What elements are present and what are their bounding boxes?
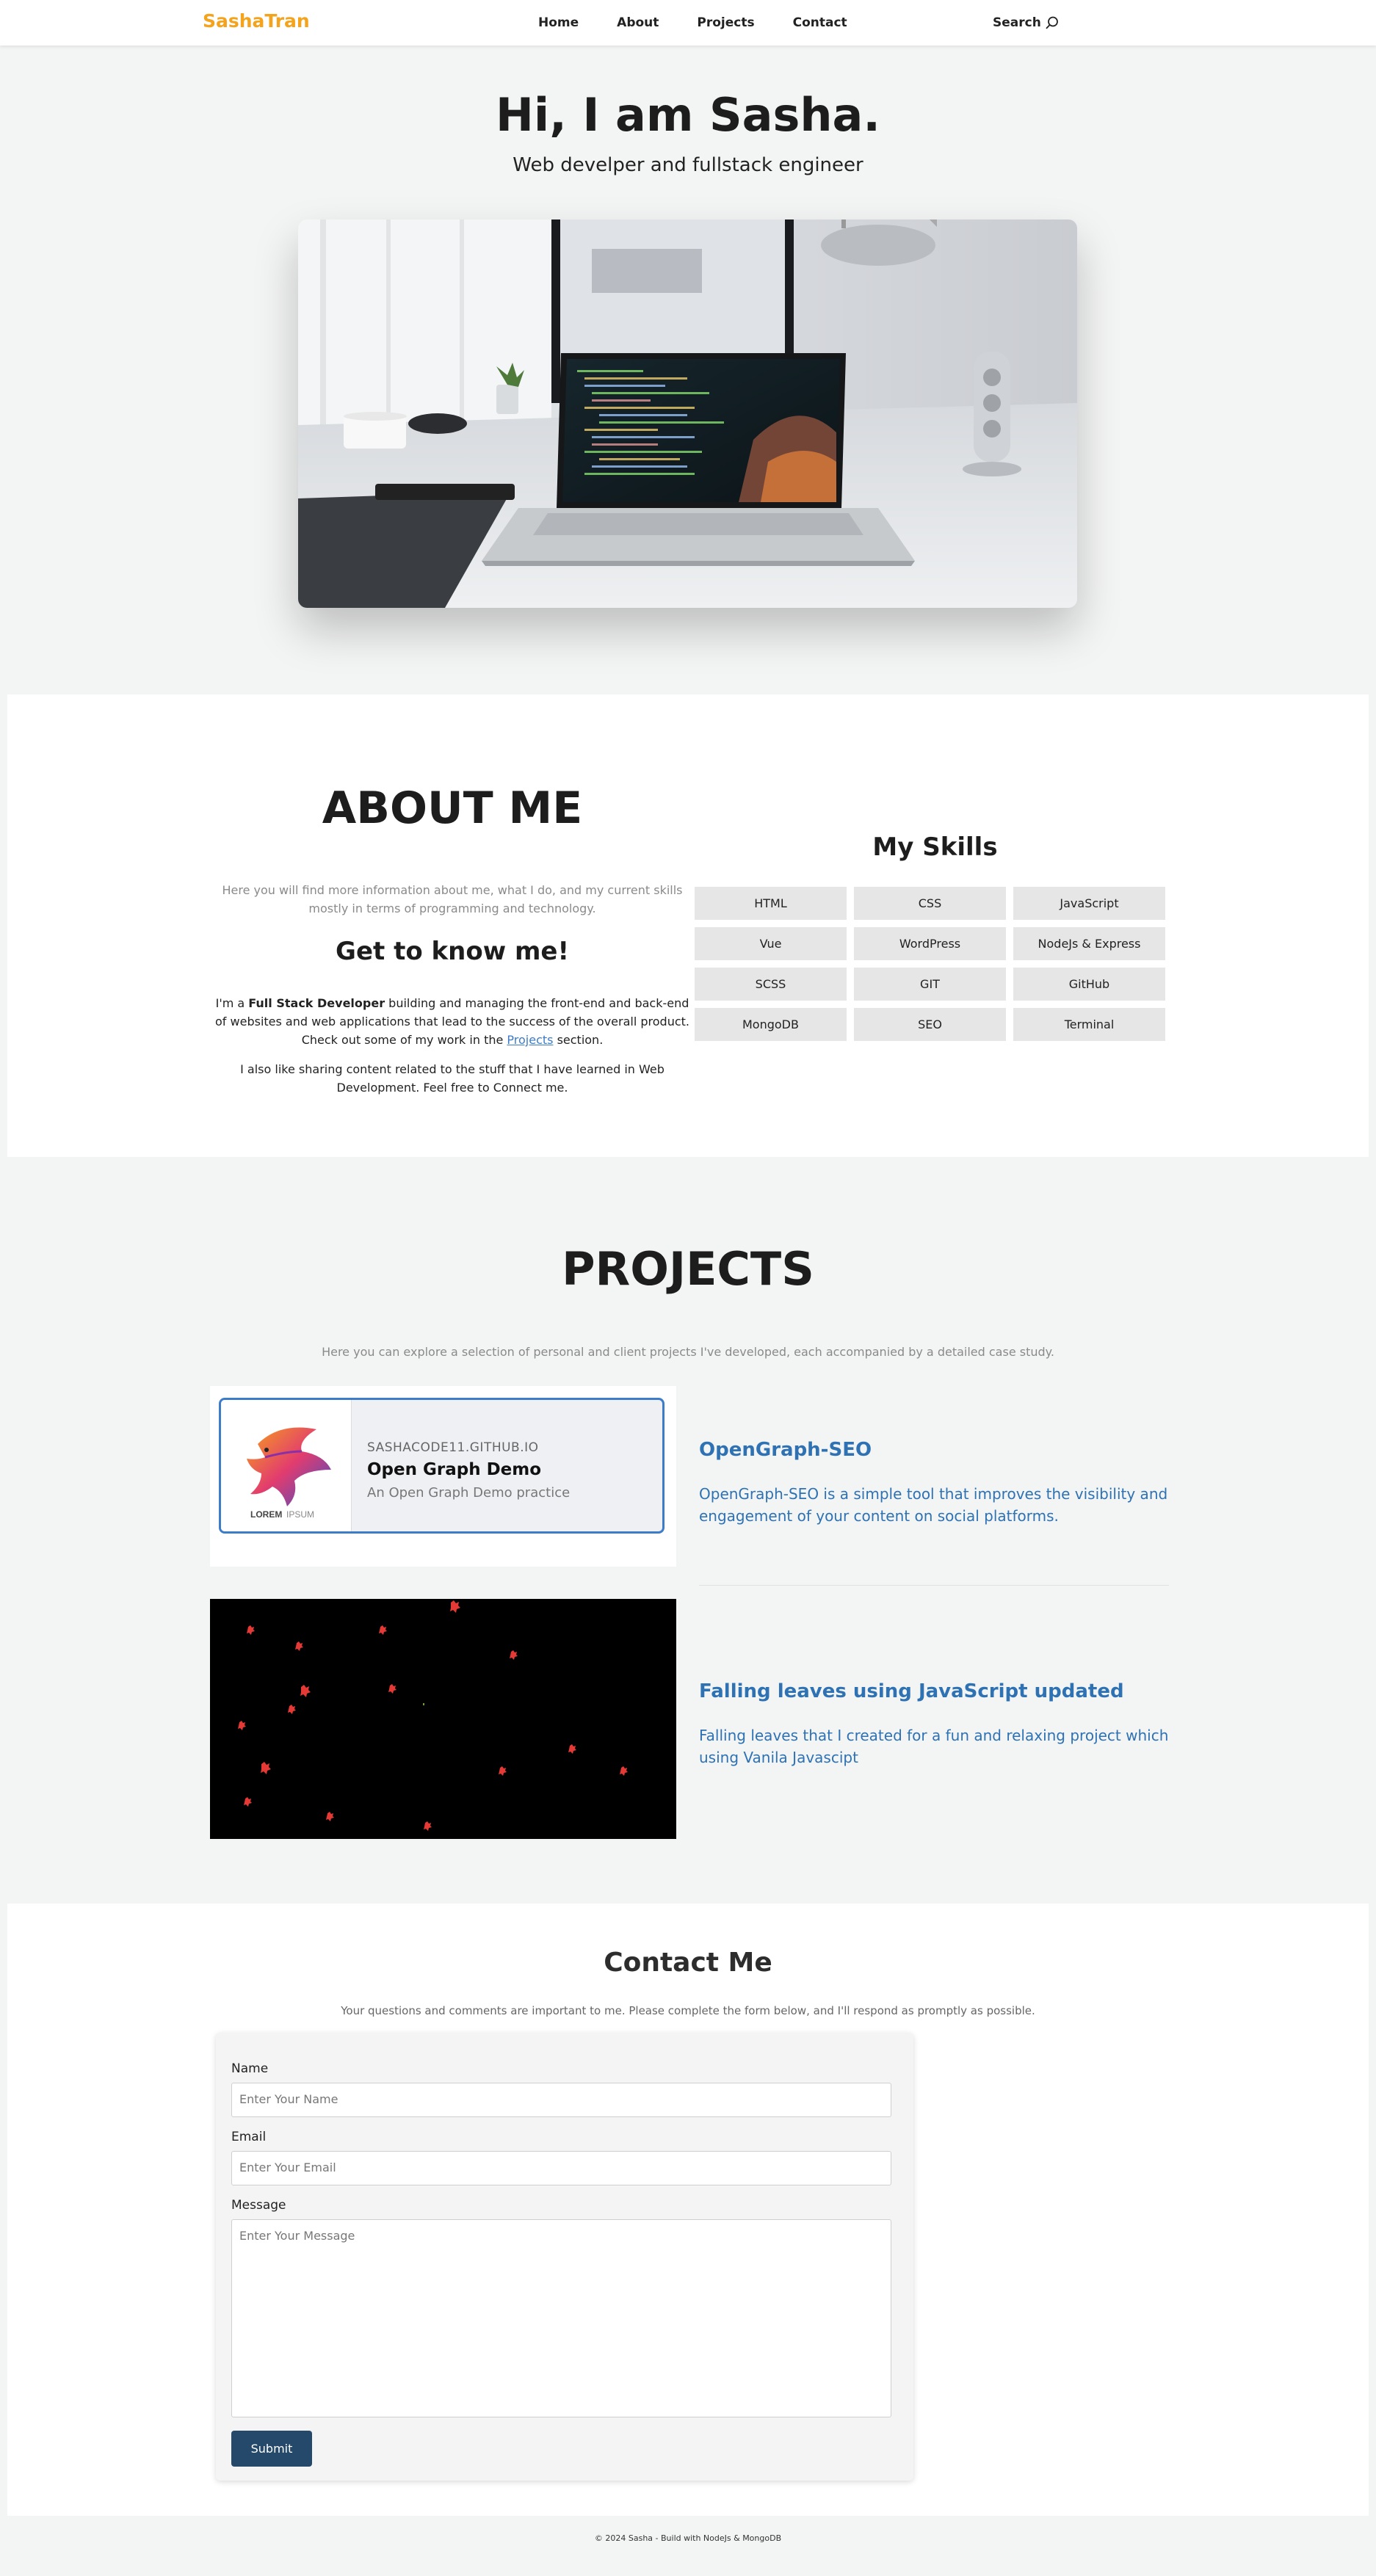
email-label: Email xyxy=(231,2130,267,2144)
contact-form: Name Enter Your Name Email Enter Your Em… xyxy=(216,2033,913,2481)
skill-item: WordPress xyxy=(854,927,1006,960)
navbar: SashaTran Home About Projects Contact Se… xyxy=(0,0,1376,46)
projects-link[interactable]: Projects xyxy=(507,1033,553,1047)
skill-item: MongoDB xyxy=(695,1008,847,1041)
og-preview-card: LOREM IPSUM SASHACODE11.GITHUB.IO Open G… xyxy=(219,1398,665,1534)
skill-item: NodeJs & Express xyxy=(1013,927,1165,960)
nav-link-contact[interactable]: Contact xyxy=(793,15,847,30)
nav-link-home[interactable]: Home xyxy=(538,15,579,30)
logo-text-lorem: LOREM xyxy=(250,1509,282,1520)
skill-item: Terminal xyxy=(1013,1008,1165,1041)
about-paragraph-1: I'm a Full Stack Developer building and … xyxy=(210,994,695,1049)
og-url: SASHACODE11.GITHUB.IO xyxy=(367,1440,539,1455)
hero-subtitle: Web develper and fullstack engineer xyxy=(513,154,863,176)
submit-button[interactable]: Submit xyxy=(231,2431,312,2467)
skill-item: HTML xyxy=(695,887,847,920)
name-field[interactable]: Enter Your Name xyxy=(231,2083,891,2117)
project-title-falling-leaves[interactable]: Falling leaves using JavaScript updated xyxy=(699,1680,1124,1702)
project-thumbnail-falling-leaves[interactable] xyxy=(210,1599,676,1839)
skills-title: My Skills xyxy=(872,832,998,862)
logo-text-ipsum: IPSUM xyxy=(286,1509,314,1520)
bird-logo-icon: LOREM IPSUM xyxy=(221,1400,352,1531)
projects-title: PROJECTS xyxy=(562,1242,814,1296)
search-icon xyxy=(1046,16,1058,29)
hero-image xyxy=(298,219,1077,608)
contact-section: Contact Me Your questions and comments a… xyxy=(7,1904,1369,2516)
falling-leaves-canvas xyxy=(238,1600,628,1831)
og-title: Open Graph Demo xyxy=(367,1460,542,1479)
skill-item: GitHub xyxy=(1013,968,1165,1001)
skills-grid: HTML CSS JavaScript Vue WordPress NodeJs… xyxy=(695,887,1176,1041)
about-p1-suffix: section. xyxy=(553,1033,604,1047)
contact-description: Your questions and comments are importan… xyxy=(341,2004,1035,2017)
project-description-opengraph: OpenGraph-SEO is a simple tool that impr… xyxy=(699,1485,1168,1525)
project-divider xyxy=(699,1585,1169,1586)
nav-links: Home About Projects Contact xyxy=(538,15,886,30)
message-field[interactable]: Enter Your Message xyxy=(231,2219,891,2417)
footer-text: © 2024 Sasha - Build with NodeJs & Mongo… xyxy=(594,2533,782,2543)
skill-item: GIT xyxy=(854,968,1006,1001)
hero-title: Hi, I am Sasha. xyxy=(496,88,880,142)
skill-item: SEO xyxy=(854,1008,1006,1041)
about-section: ABOUT ME Here you will find more informa… xyxy=(7,694,1369,1157)
about-paragraph-2: I also like sharing content related to t… xyxy=(240,1062,665,1095)
project-description-falling-leaves: Falling leaves that I created for a fun … xyxy=(699,1727,1169,1766)
project-thumbnail-opengraph[interactable]: LOREM IPSUM SASHACODE11.GITHUB.IO Open G… xyxy=(210,1386,676,1567)
contact-title: Contact Me xyxy=(604,1948,772,1978)
about-title: ABOUT ME xyxy=(322,783,583,834)
search-label: Search xyxy=(993,15,1041,30)
skill-item: Vue xyxy=(695,927,847,960)
about-description: Here you will find more information abou… xyxy=(222,883,683,915)
nav-link-projects[interactable]: Projects xyxy=(697,15,754,30)
name-label: Name xyxy=(231,2061,269,2076)
about-subtitle: Get to know me! xyxy=(336,937,569,966)
nav-link-about[interactable]: About xyxy=(617,15,659,30)
search-button[interactable]: Search xyxy=(993,15,1059,30)
skill-item: SCSS xyxy=(695,968,847,1001)
about-p1-bold: Full Stack Developer xyxy=(248,996,385,1010)
email-field[interactable]: Enter Your Email xyxy=(231,2151,891,2185)
message-label: Message xyxy=(231,2198,286,2213)
skill-item: CSS xyxy=(854,887,1006,920)
skill-item: JavaScript xyxy=(1013,887,1165,920)
site-logo[interactable]: SashaTran xyxy=(203,10,310,32)
projects-description: Here you can explore a selection of pers… xyxy=(322,1345,1054,1359)
project-title-opengraph[interactable]: OpenGraph-SEO xyxy=(699,1439,872,1461)
about-p1-prefix: I'm a xyxy=(215,996,249,1010)
og-description: An Open Graph Demo practice xyxy=(367,1485,571,1501)
